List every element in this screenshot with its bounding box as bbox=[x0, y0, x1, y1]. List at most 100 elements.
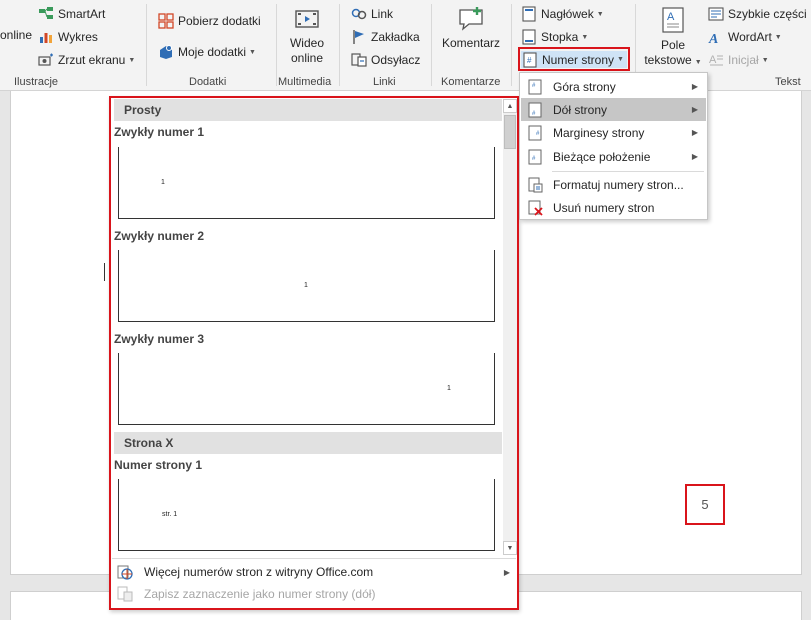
online-label: online bbox=[0, 28, 33, 42]
wideo-label-line2: online bbox=[290, 51, 324, 65]
page-bottom-icon: # bbox=[528, 102, 542, 117]
wykres-button[interactable]: Wykres bbox=[38, 29, 98, 45]
smartart-label: SmartArt bbox=[58, 7, 106, 21]
chevron-down-icon: ▼ bbox=[128, 56, 136, 64]
chevron-right-icon: ▶ bbox=[691, 105, 698, 114]
link-button[interactable]: Link bbox=[351, 6, 393, 22]
pole-label-line2: tekstowe bbox=[644, 53, 692, 67]
my-addins-icon bbox=[160, 45, 172, 59]
zakladka-label: Zakładka bbox=[371, 30, 420, 44]
group-label-tekst: Tekst bbox=[775, 76, 801, 88]
inicjal-label: Inicjał bbox=[728, 53, 759, 67]
footer-icon bbox=[522, 29, 536, 45]
online-pictures-button[interactable]: online bbox=[0, 28, 32, 42]
video-icon bbox=[295, 10, 319, 28]
numer-strony-highlight bbox=[518, 47, 630, 71]
gallery-item-zwykly-numer-3[interactable]: 1 bbox=[118, 353, 495, 425]
gallery-item-zwykly-numer-2[interactable]: 1 bbox=[118, 250, 495, 322]
gallery-item-zwykly-numer-1[interactable]: 1 bbox=[118, 147, 495, 219]
current-position-icon: # bbox=[528, 149, 542, 164]
moje-dodatki-button[interactable]: Moje dodatki ▼ bbox=[158, 44, 256, 60]
pobierz-label: Pobierz dodatki bbox=[178, 14, 261, 28]
group-divider bbox=[276, 4, 277, 86]
komentarz-label: Komentarz bbox=[441, 36, 501, 50]
odsylacz-button[interactable]: Odsyłacz bbox=[351, 52, 420, 68]
preview-page-number: 1 bbox=[304, 282, 308, 289]
gallery-item-title: Zwykły numer 3 bbox=[114, 332, 205, 346]
save-label: Zapisz zaznaczenie jako numer strony (dó… bbox=[144, 587, 376, 601]
group-divider bbox=[431, 4, 432, 86]
chevron-right-icon: ▶ bbox=[691, 82, 698, 91]
remove-page-numbers-icon bbox=[528, 200, 543, 216]
stopka-button[interactable]: Stopka ▼ bbox=[521, 29, 588, 45]
pole-label-line1: Pole bbox=[660, 38, 686, 52]
chevron-down-icon: ▼ bbox=[249, 48, 256, 56]
menu-divider bbox=[552, 171, 704, 172]
zrzut-ekranu-button[interactable]: Zrzut ekranu ▼ bbox=[38, 52, 135, 68]
store-icon bbox=[158, 13, 174, 29]
preview-page-number: 1 bbox=[161, 179, 165, 186]
category-header-strona-x: Strona X bbox=[114, 432, 502, 454]
inicjal-button[interactable]: A Inicjał ▼ bbox=[708, 52, 769, 68]
more-label: Więcej numerów stron z witryny Office.co… bbox=[144, 565, 374, 579]
chevron-right-icon: ▶ bbox=[691, 128, 698, 137]
scroll-down-arrow-icon[interactable]: ▼ bbox=[503, 541, 517, 555]
chevron-right-icon: ▶ bbox=[691, 152, 698, 161]
menu-item-gora-strony[interactable]: # Góra strony ▶ bbox=[521, 75, 706, 98]
page-top-icon: # bbox=[528, 79, 542, 94]
pobierz-dodatki-button[interactable]: Pobierz dodatki bbox=[158, 13, 261, 29]
more-page-numbers-office-button[interactable]: Więcej numerów stron z witryny Office.co… bbox=[114, 561, 514, 583]
menu-item-formatuj-numery[interactable]: Formatuj numery stron... bbox=[521, 173, 706, 196]
screenshot-icon bbox=[38, 53, 53, 66]
menu-item-label: Góra strony bbox=[553, 79, 616, 94]
chevron-down-icon: ▼ bbox=[774, 33, 782, 41]
scroll-thumb[interactable] bbox=[504, 115, 516, 149]
office-web-icon bbox=[117, 565, 133, 580]
zakladka-button[interactable]: Zakładka bbox=[351, 29, 420, 45]
format-page-numbers-icon bbox=[528, 177, 543, 192]
group-label-komentarze: Komentarze bbox=[441, 76, 501, 88]
gallery-item-title: Zwykły numer 2 bbox=[114, 229, 205, 243]
odsylacz-label: Odsyłacz bbox=[371, 53, 421, 67]
naglowek-label: Nagłówek bbox=[541, 7, 594, 21]
numer-strony-menu: # Góra strony ▶ # Dół strony ▶ # Margine… bbox=[519, 72, 708, 220]
smartart-icon bbox=[39, 7, 53, 19]
page-number-display: 5 bbox=[685, 484, 725, 525]
header-icon bbox=[522, 6, 536, 22]
group-label-dodatki: Dodatki bbox=[189, 76, 227, 88]
menu-item-label: Formatuj numery stron... bbox=[553, 177, 684, 192]
scroll-up-arrow-icon[interactable]: ▲ bbox=[503, 99, 517, 113]
wordart-icon: A bbox=[708, 32, 718, 45]
save-selection-page-number-button[interactable]: Zapisz zaznaczenie jako numer strony (dó… bbox=[114, 583, 514, 605]
link-icon bbox=[351, 8, 367, 20]
gallery-scrollbar[interactable]: ▲ ▼ bbox=[503, 99, 517, 555]
category-header-prosty: Prosty bbox=[114, 99, 502, 121]
gallery-item-title: Numer strony 1 bbox=[114, 458, 203, 472]
chevron-right-icon: ▶ bbox=[503, 567, 510, 577]
svg-text:A: A bbox=[667, 11, 675, 23]
group-label-ilustracje: Ilustracje bbox=[14, 76, 59, 88]
chevron-down-icon: ▼ bbox=[596, 10, 604, 18]
group-divider bbox=[339, 4, 340, 86]
gallery-divider bbox=[112, 558, 516, 559]
svg-text:A: A bbox=[708, 32, 718, 45]
cross-reference-icon bbox=[351, 53, 367, 67]
group-label-multimedia: Multimedia bbox=[278, 76, 332, 88]
menu-item-biezace-polozenie[interactable]: # Bieżące położenie ▶ bbox=[521, 145, 706, 168]
wideo-online-button[interactable]: Wideo online bbox=[284, 6, 330, 66]
drop-cap-icon: A bbox=[709, 54, 723, 66]
wideo-label-line1: Wideo bbox=[289, 36, 324, 50]
menu-item-usun-numery[interactable]: Usuń numery stron bbox=[521, 196, 706, 219]
text-box-icon: A bbox=[662, 7, 684, 33]
menu-item-marginesy-strony[interactable]: # Marginesy strony ▶ bbox=[521, 121, 706, 144]
naglowek-button[interactable]: Nagłówek ▼ bbox=[521, 6, 604, 22]
menu-item-label: Usuń numery stron bbox=[553, 200, 655, 215]
komentarz-button[interactable]: Komentarz bbox=[440, 6, 502, 51]
text-cursor bbox=[104, 263, 105, 281]
smartart-button[interactable]: SmartArt bbox=[38, 6, 105, 22]
szybkie-czesci-button[interactable]: Szybkie części ▼ bbox=[708, 6, 811, 22]
gallery-item-numer-strony-1[interactable]: str. 1 bbox=[118, 479, 495, 551]
pole-tekstowe-button[interactable]: A Pole tekstowe ▼ bbox=[640, 6, 706, 70]
wordart-button[interactable]: A WordArt ▼ bbox=[708, 29, 782, 45]
menu-item-dol-strony[interactable]: # Dół strony ▶ bbox=[521, 98, 706, 121]
